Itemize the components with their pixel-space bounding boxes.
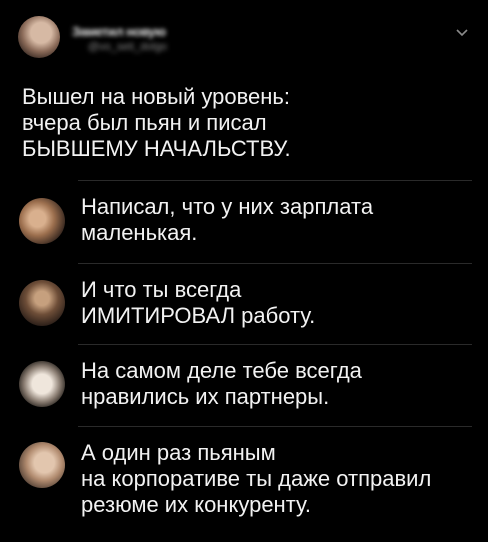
reply-text: Написал, что у них зарплата маленькая. [81, 194, 481, 246]
divider [78, 263, 472, 264]
author-avatar[interactable] [18, 16, 60, 58]
chevron-down-icon[interactable] [452, 22, 472, 42]
reply-avatar[interactable] [19, 442, 65, 488]
reply-avatar[interactable] [19, 280, 65, 326]
post-text-line: БЫВШЕМУ НАЧАЛЬСТВУ. [22, 136, 291, 161]
author-handle[interactable]: @vo_seti_dolgo [88, 41, 167, 53]
reply-text-line: нравились их партнеры. [81, 384, 330, 409]
post-text: Вышел на новый уровень: вчера был пьян и… [22, 84, 472, 162]
author-name[interactable]: Заметил новую [72, 24, 166, 39]
divider [78, 180, 472, 181]
reply-text-line: На самом деле тебе всегда [81, 358, 362, 383]
reply-avatar[interactable] [19, 361, 65, 407]
reply-text-line: ИМИТИРОВАЛ работу. [81, 303, 316, 328]
divider [78, 426, 472, 427]
reply-text-line: маленькая. [81, 220, 198, 245]
reply-text-line: И что ты всегда [81, 277, 242, 302]
reply-text-line: на корпоративе ты даже отправил [81, 466, 432, 491]
reply-text-line: резюме их конкуренту. [81, 492, 311, 517]
post-header: Заметил новую @vo_seti_dolgo [0, 0, 488, 64]
divider [78, 344, 472, 345]
post-text-line: вчера был пьян и писал [22, 110, 267, 135]
reply-text-line: А один раз пьяным [81, 440, 276, 465]
reply-avatar[interactable] [19, 198, 65, 244]
reply-text: На самом деле тебе всегда нравились их п… [81, 358, 481, 410]
reply-text: И что ты всегда ИМИТИРОВАЛ работу. [81, 277, 481, 329]
post-text-line: Вышел на новый уровень: [22, 84, 290, 109]
reply-text: А один раз пьяным на корпоративе ты даже… [81, 440, 481, 518]
reply-text-line: Написал, что у них зарплата [81, 194, 374, 219]
